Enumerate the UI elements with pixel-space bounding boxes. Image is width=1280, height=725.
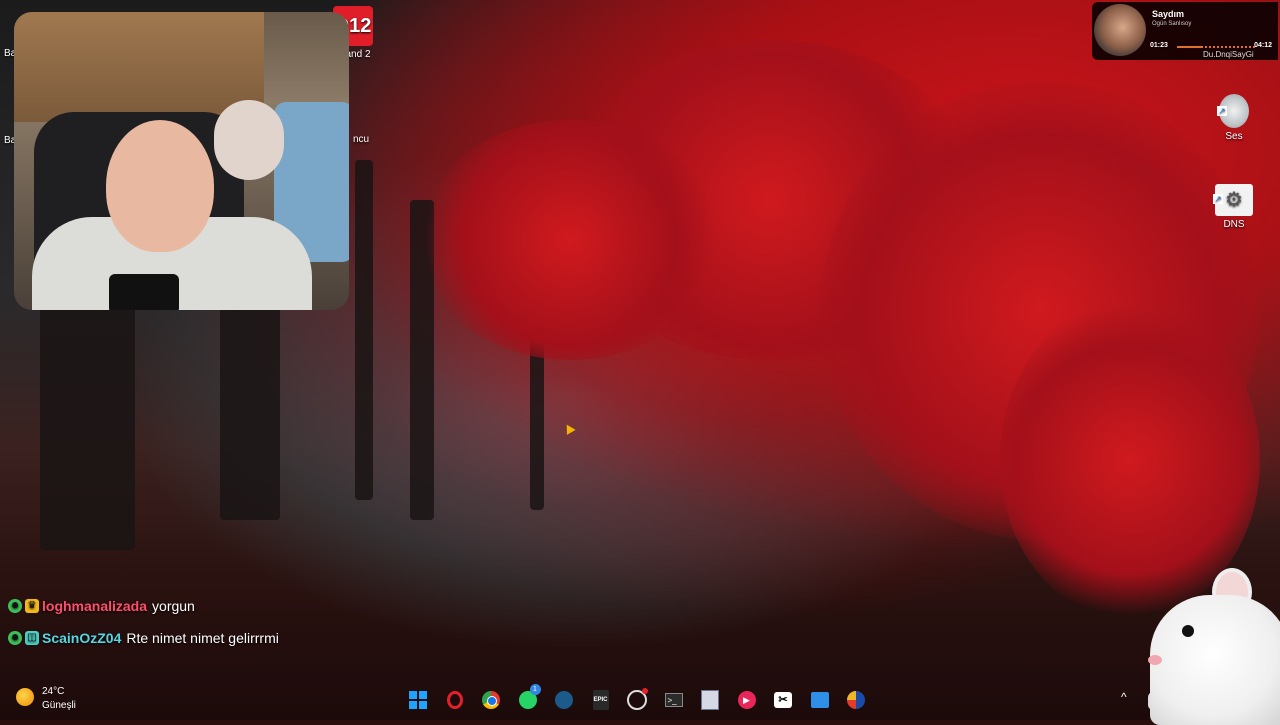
teal-controller-icon: ◫ bbox=[25, 631, 39, 645]
desktop-icon-label: Du.DnqiSayGi bbox=[1203, 50, 1254, 59]
track-elapsed: 01:23 bbox=[1150, 42, 1168, 49]
chat-message: ☻ ♛ loghmanalizada yorgun bbox=[8, 596, 279, 616]
steam-icon bbox=[555, 691, 573, 709]
taskbar-epic-games[interactable]: EPIC bbox=[587, 686, 615, 714]
start-button[interactable] bbox=[404, 686, 432, 714]
mouse-eye bbox=[1182, 625, 1194, 637]
desktop-icon-dns[interactable]: ⚙ ↗ DNS bbox=[1212, 184, 1256, 230]
opera-icon bbox=[446, 691, 463, 709]
taskbar-media-player[interactable]: ▶ bbox=[733, 686, 761, 714]
speaker-icon: ↗ bbox=[1217, 94, 1249, 128]
terminal-icon: >_ bbox=[664, 693, 683, 707]
ball-app-icon bbox=[847, 691, 865, 709]
desktop-icon-label: DNS bbox=[1223, 219, 1245, 230]
tree-trunk bbox=[355, 160, 373, 500]
chat-overlay: ☻ ♛ loghmanalizada yorgun ☻ ◫ ScainOzZ04… bbox=[8, 596, 279, 660]
green-ghost-icon: ☻ bbox=[8, 599, 22, 613]
track-duration: 04:12 bbox=[1254, 42, 1272, 49]
play-icon: ▶ bbox=[737, 691, 756, 709]
taskbar-document[interactable] bbox=[696, 686, 724, 714]
red-foliage bbox=[420, 120, 720, 360]
notification-badge: 1 bbox=[529, 684, 541, 695]
track-progress-fill bbox=[1177, 46, 1203, 48]
weather-temperature: 24°C bbox=[42, 686, 65, 697]
green-ghost-icon: ☻ bbox=[8, 631, 22, 645]
desktop-icon-ses[interactable]: ↗ Ses bbox=[1214, 94, 1254, 142]
taskbar-steam[interactable] bbox=[550, 686, 578, 714]
sun-cloud-icon bbox=[16, 688, 34, 706]
recording-dot-icon bbox=[642, 688, 648, 694]
chrome-icon bbox=[482, 691, 500, 709]
chat-text: yorgun bbox=[152, 598, 195, 614]
track-progress-bar bbox=[1177, 46, 1255, 48]
webcam-background bbox=[14, 12, 264, 122]
track-title: Saydım bbox=[1152, 9, 1185, 19]
taskbar-clock-app[interactable] bbox=[623, 686, 651, 714]
gear-icon: ⚙ ↗ bbox=[1213, 184, 1253, 216]
streamer-face bbox=[106, 120, 214, 252]
desktop-icon-label: Ses bbox=[1225, 131, 1243, 142]
shortcut-arrow-icon: ↗ bbox=[1217, 106, 1227, 116]
desktop-icon-label: ncu bbox=[352, 134, 370, 145]
microphone bbox=[109, 274, 179, 310]
track-artist: Ogün Sanlısoy bbox=[1152, 21, 1192, 27]
shortcut-arrow-icon: ↗ bbox=[1213, 194, 1223, 204]
taskbar-capcut[interactable]: ✂ bbox=[769, 686, 797, 714]
tree-trunk bbox=[40, 300, 135, 550]
store-icon bbox=[810, 692, 829, 708]
mouse-body bbox=[1150, 595, 1280, 725]
album-art bbox=[1094, 4, 1146, 56]
white-mouse-overlay bbox=[1120, 565, 1280, 725]
weather-condition: Güneşli bbox=[42, 700, 76, 711]
mouse-nose bbox=[1148, 655, 1162, 665]
taskbar-ball-app[interactable] bbox=[842, 686, 870, 714]
tree-trunk bbox=[220, 300, 280, 520]
chat-username: loghmanalizada bbox=[42, 598, 148, 614]
taskbar-whatsapp[interactable]: 1 bbox=[514, 684, 542, 714]
taskbar-chrome[interactable] bbox=[477, 686, 505, 714]
epic-games-icon: EPIC bbox=[592, 690, 609, 710]
webcam-background bbox=[214, 100, 284, 180]
capcut-icon: ✂ bbox=[774, 692, 792, 708]
windows-logo-icon bbox=[409, 691, 427, 709]
chat-message: ☻ ◫ ScainOzZ04 Rte nimet nimet gelirrrmi bbox=[8, 628, 279, 648]
chat-username: ScainOzZ04 bbox=[42, 630, 122, 646]
document-icon bbox=[701, 690, 719, 710]
taskbar-store[interactable] bbox=[806, 686, 834, 714]
chat-text: Rte nimet nimet gelirrrmi bbox=[126, 630, 279, 646]
taskbar-opera[interactable] bbox=[441, 686, 469, 714]
webcam-overlay bbox=[14, 12, 349, 310]
taskbar: 1 EPIC >_ ▶ ✂ bbox=[404, 684, 879, 714]
taskbar-terminal[interactable]: >_ bbox=[660, 686, 688, 714]
gold-crown-icon: ♛ bbox=[25, 599, 39, 613]
desktop-icon-ncu[interactable]: ncu bbox=[346, 134, 376, 145]
